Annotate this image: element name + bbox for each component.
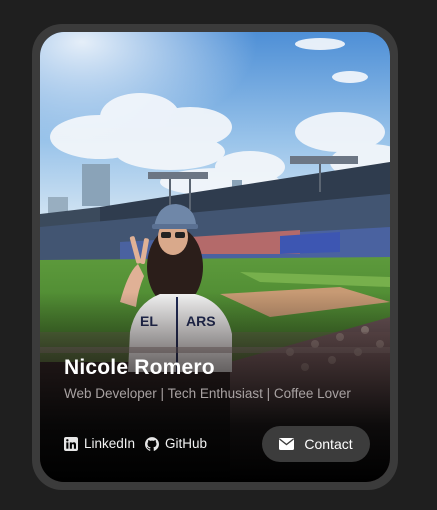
github-label: GitHub xyxy=(165,436,208,451)
profile-subtitle: Web Developer | Tech Enthusiast | Coffee… xyxy=(64,386,351,401)
social-links: LinkedIn GitHub xyxy=(64,436,207,451)
linkedin-label: LinkedIn xyxy=(84,436,136,451)
contact-button[interactable]: Contact xyxy=(262,426,370,462)
envelope-icon xyxy=(279,438,295,450)
linkedin-link[interactable]: LinkedIn xyxy=(64,436,135,451)
profile-card: EL ARS Nicole Romero Web Developer | Tec… xyxy=(40,32,390,482)
profile-card-frame: EL ARS Nicole Romero Web Developer | Tec… xyxy=(32,24,398,490)
linkedin-icon xyxy=(64,436,78,451)
github-icon xyxy=(145,436,160,451)
github-link[interactable]: GitHub xyxy=(145,436,207,451)
profile-name: Nicole Romero xyxy=(64,356,215,379)
contact-label: Contact xyxy=(304,436,353,452)
